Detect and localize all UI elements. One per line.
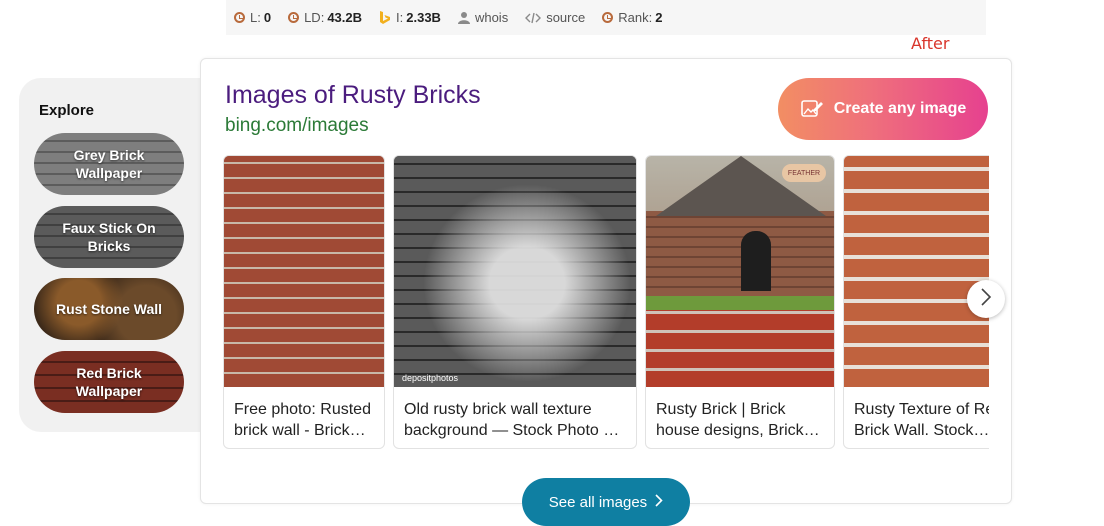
explore-panel: Explore Grey Brick Wallpaper Faux Stick … bbox=[19, 78, 209, 432]
caption-line: Free photo: Rusted bbox=[234, 401, 371, 418]
create-any-image-button[interactable]: Create any image bbox=[778, 78, 988, 140]
stat-ld-label: LD: bbox=[304, 10, 325, 25]
seo-stats-bar: L: 0 LD: 43.2B I: 2.33B whois source Rank: 2 bbox=[226, 0, 986, 35]
image-carousel: Free photo: Rusted brick wall - Brick… d… bbox=[223, 155, 989, 451]
after-label: After bbox=[911, 34, 950, 53]
brand-logo: FEATHER bbox=[782, 164, 826, 182]
explore-item-rust-stone-wall[interactable]: Rust Stone Wall bbox=[34, 278, 184, 340]
create-any-image-label: Create any image bbox=[833, 100, 967, 117]
stat-whois-label: whois bbox=[474, 10, 509, 25]
image-tile[interactable]: Free photo: Rusted brick wall - Brick… bbox=[223, 155, 385, 449]
chevron-right-icon bbox=[980, 287, 992, 311]
explore-item-label: Rust Stone Wall bbox=[55, 301, 163, 317]
stat-i-label: I: bbox=[396, 10, 404, 25]
stat-ld[interactable]: LD: 43.2B bbox=[288, 10, 362, 25]
stat-rank[interactable]: Rank: 2 bbox=[602, 10, 662, 25]
caption-line: Rusty Brick | Brick bbox=[656, 401, 786, 418]
stat-rank-label: Rank: bbox=[618, 10, 653, 25]
stat-whois[interactable]: whois bbox=[457, 10, 509, 25]
caption-line: Brick Wall. Stock… bbox=[854, 422, 989, 439]
image-thumbnail bbox=[844, 156, 989, 387]
image-caption: Rusty Texture of Re Brick Wall. Stock… bbox=[854, 399, 989, 441]
code-icon bbox=[525, 12, 542, 24]
image-caption: Old rusty brick wall texture background … bbox=[404, 399, 628, 441]
carousel-next-button[interactable] bbox=[967, 280, 1005, 318]
chevron-right-icon bbox=[655, 494, 663, 511]
stat-i[interactable]: I: 2.33B bbox=[379, 10, 441, 25]
stat-source-label: source bbox=[546, 10, 586, 25]
explore-item-label: Grey Brick Wallpaper bbox=[73, 147, 145, 181]
linking-domains-icon bbox=[288, 12, 300, 23]
image-tile[interactable]: depositphotos Old rusty brick wall textu… bbox=[393, 155, 637, 449]
stat-l-value: 0 bbox=[263, 10, 272, 25]
see-all-images-button[interactable]: See all images bbox=[522, 478, 690, 526]
rank-icon bbox=[602, 12, 614, 23]
caption-line: Rusty Texture of Re bbox=[854, 401, 989, 418]
explore-item-grey-brick-wallpaper[interactable]: Grey Brick Wallpaper bbox=[34, 133, 184, 195]
caption-line: Old rusty brick wall texture bbox=[404, 401, 592, 418]
stat-l-label: L: bbox=[250, 10, 261, 25]
image-caption: Rusty Brick | Brick house designs, Brick… bbox=[656, 399, 826, 441]
caption-line: brick wall - Brick… bbox=[234, 422, 366, 439]
caption-line: house designs, Brick… bbox=[656, 422, 820, 439]
stat-i-value: 2.33B bbox=[406, 10, 441, 25]
person-icon bbox=[457, 11, 470, 24]
explore-item-faux-stick-on-bricks[interactable]: Faux Stick On Bricks bbox=[34, 206, 184, 268]
stat-source[interactable]: source bbox=[525, 10, 585, 25]
explore-item-label: Red Brick Wallpaper bbox=[75, 365, 143, 399]
image-create-icon bbox=[800, 97, 824, 121]
stat-ld-value: 43.2B bbox=[327, 10, 363, 25]
watermark: depositphotos bbox=[402, 373, 459, 383]
explore-item-label: Faux Stick On Bricks bbox=[62, 220, 156, 254]
image-thumbnail bbox=[224, 156, 384, 387]
bing-icon bbox=[379, 10, 391, 25]
explore-title: Explore bbox=[39, 102, 95, 119]
images-url[interactable]: bing.com/images bbox=[225, 115, 369, 137]
stat-l[interactable]: L: 0 bbox=[234, 10, 271, 25]
images-card: Images of Rusty Bricks bing.com/images C… bbox=[200, 58, 1012, 526]
image-caption: Free photo: Rusted brick wall - Brick… bbox=[234, 399, 376, 441]
stat-rank-value: 2 bbox=[655, 10, 663, 25]
image-thumbnail: depositphotos bbox=[394, 156, 636, 387]
explore-item-red-brick-wallpaper[interactable]: Red Brick Wallpaper bbox=[34, 351, 184, 413]
image-tile[interactable]: FEATHER Rusty Brick | Brick house design… bbox=[645, 155, 835, 449]
see-all-images-label: See all images bbox=[548, 494, 648, 511]
caption-line: background — Stock Photo … bbox=[404, 422, 620, 439]
link-count-icon bbox=[234, 12, 245, 23]
image-thumbnail: FEATHER bbox=[646, 156, 834, 387]
images-title-link[interactable]: Images of Rusty Bricks bbox=[225, 81, 481, 110]
